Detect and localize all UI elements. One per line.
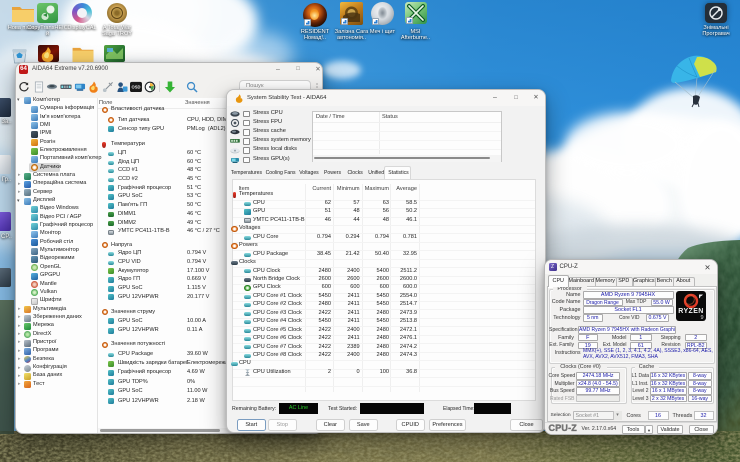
svg-text:RYZEN: RYZEN — [678, 308, 703, 315]
svg-text:9: 9 — [700, 315, 703, 321]
